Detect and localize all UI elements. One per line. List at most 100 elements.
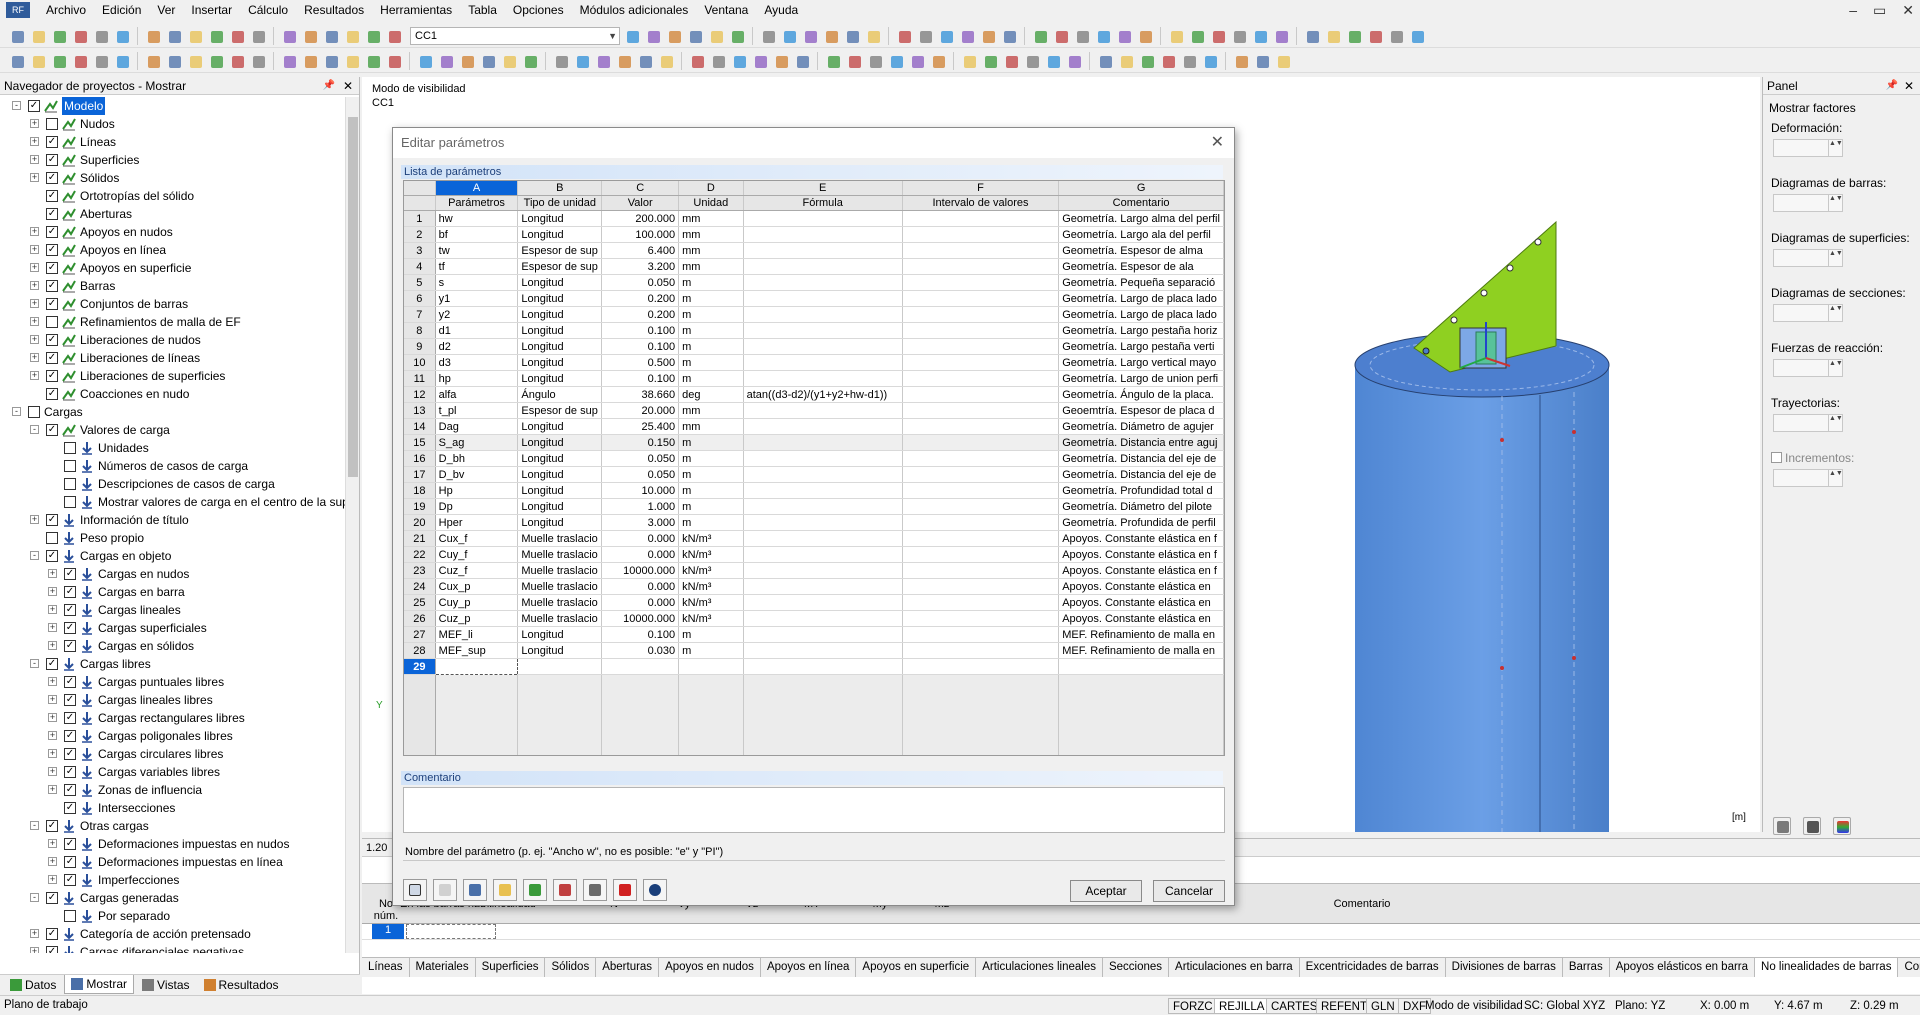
table-cell[interactable]: Apoyos. Constante elástica en f — [1058, 530, 1224, 547]
tree-item[interactable]: + ✓ Deformaciones impuestas en nudos — [0, 835, 359, 853]
toolbar-button-icon[interactable] — [824, 52, 842, 70]
toolbar-button-icon[interactable] — [615, 52, 633, 70]
table-cell[interactable] — [743, 338, 903, 355]
load-case-combo[interactable]: CC1 ▼ — [410, 26, 620, 45]
table-row[interactable]: 4 tf Espesor de sup 3.200 mm Geometría. Espes… — [404, 258, 1224, 275]
toolbar-button-icon[interactable] — [322, 27, 340, 45]
table-cell[interactable]: Geometría. Largo vertical mayo — [1058, 354, 1224, 371]
toolbar-button-icon[interactable] — [228, 52, 246, 70]
toolbar-button-icon[interactable] — [916, 27, 934, 45]
expand-icon[interactable]: + — [48, 605, 57, 614]
collapse-icon[interactable]: - — [30, 821, 39, 830]
tree-item[interactable]: + ✓ Cargas rectangulares libres — [0, 709, 359, 727]
table-cell[interactable] — [902, 210, 1060, 227]
spin-arrows-icon[interactable]: ▲▼ — [1828, 195, 1843, 211]
table-cell[interactable]: 0.100 — [601, 338, 680, 355]
tree-item[interactable]: - ✓ Cargas en objeto — [0, 547, 359, 565]
table-cell[interactable] — [743, 482, 903, 499]
table-row[interactable]: 23 Cuz_f Muelle traslacio 10000.000 kN/m³ Apo… — [404, 562, 1224, 579]
toolbar-button-icon[interactable] — [1167, 27, 1185, 45]
spin-arrows-icon[interactable]: ▲▼ — [1828, 470, 1843, 486]
table-cell[interactable]: Cuz_f — [435, 562, 519, 579]
table-cell[interactable]: y2 — [435, 306, 519, 323]
table-cell[interactable]: bf — [435, 226, 519, 243]
table-cell[interactable]: Cux_f — [435, 530, 519, 547]
table-cell[interactable] — [678, 658, 744, 675]
table-cell[interactable] — [743, 274, 903, 291]
table-cell[interactable]: Espesor de sup — [517, 402, 603, 419]
toolbar-button-icon[interactable] — [113, 27, 131, 45]
table-row[interactable]: 20 Hper Longitud 3.000 m Geometría. Profundid… — [404, 514, 1224, 531]
table-cell[interactable] — [743, 626, 903, 643]
table-cell[interactable]: Geometría. Largo de union perfi — [1058, 370, 1224, 387]
table-cell[interactable] — [902, 402, 1060, 419]
navigator-scrollbar[interactable] — [345, 97, 359, 953]
table-cell[interactable]: Geometría. Profundida de perfil — [1058, 514, 1224, 531]
checkbox[interactable]: ✓ — [46, 352, 58, 364]
checkbox[interactable]: ✓ — [64, 712, 76, 724]
table-cell[interactable] — [902, 546, 1060, 563]
toolbar-button-icon[interactable] — [686, 27, 704, 45]
tree-item[interactable]: + ✓ Imperfecciones — [0, 871, 359, 889]
table-cell[interactable]: Geometría. Distancia del eje de — [1058, 466, 1224, 483]
toolbar-button-icon[interactable] — [772, 52, 790, 70]
expand-icon[interactable]: + — [30, 263, 39, 272]
table-cell[interactable] — [902, 258, 1060, 275]
toolbar-button-icon[interactable] — [479, 52, 497, 70]
collapse-icon[interactable]: - — [30, 551, 39, 560]
table-tab[interactable]: Aberturas — [596, 958, 660, 977]
toolbar-button-icon[interactable] — [1096, 52, 1114, 70]
table-cell[interactable]: Longitud — [517, 226, 603, 243]
table-cell[interactable] — [902, 354, 1060, 371]
table-cell[interactable]: tf — [435, 258, 519, 275]
table-row[interactable]: 14 Dag Longitud 25.400 mm Geometría. Diámetro… — [404, 418, 1224, 435]
table-cell[interactable]: Longitud — [517, 306, 603, 323]
toolbar-button-icon[interactable] — [144, 52, 162, 70]
table-cell[interactable]: Geometría. Largo pestaña verti — [1058, 338, 1224, 355]
scale-icon[interactable] — [1773, 817, 1791, 835]
table-cell[interactable] — [743, 578, 903, 595]
checkbox[interactable]: ✓ — [64, 694, 76, 706]
table-cell[interactable]: Muelle traslacio — [517, 610, 603, 627]
tree-item[interactable]: + ✓ Cargas superficiales — [0, 619, 359, 637]
tree-item[interactable]: + ✓ Apoyos en línea — [0, 241, 359, 259]
expand-icon[interactable]: + — [30, 227, 39, 236]
table-cell[interactable]: S_ag — [435, 434, 519, 451]
table-row[interactable]: 6 y1 Longitud 0.200 m Geometría. Largo de pla… — [404, 290, 1224, 307]
table-cell[interactable]: Longitud — [517, 498, 603, 515]
tree-item[interactable]: + ✓ Sólidos — [0, 169, 359, 187]
comment-textarea[interactable] — [403, 787, 1225, 833]
table-row[interactable]: 25 Cuy_p Muelle traslacio 0.000 kN/m³ Apoyos.… — [404, 594, 1224, 611]
toolbar-button-icon[interactable] — [1188, 27, 1206, 45]
tree-item[interactable]: + ✓ Cargas circulares libres — [0, 745, 359, 763]
toolbar-button-icon[interactable] — [1000, 27, 1018, 45]
checkbox[interactable]: ✓ — [64, 622, 76, 634]
toolbar-button-icon[interactable] — [730, 52, 748, 70]
edit-icon[interactable] — [433, 879, 457, 901]
table-row[interactable]: 21 Cux_f Muelle traslacio 0.000 kN/m³ Apoyos.… — [404, 530, 1224, 547]
column-letter[interactable]: C — [601, 181, 680, 196]
expand-icon[interactable]: + — [48, 587, 57, 596]
toolbar-button-icon[interactable] — [1230, 27, 1248, 45]
table-cell[interactable]: Espesor de sup — [517, 242, 603, 259]
table-tab[interactable]: Secciones — [1103, 958, 1170, 977]
table-cell[interactable] — [902, 530, 1060, 547]
table-cell[interactable]: Geometría. Diámetro de agujer — [1058, 418, 1224, 435]
toolbar-button-icon[interactable] — [759, 27, 777, 45]
table-cell[interactable]: 3.000 — [601, 514, 680, 531]
collapse-icon[interactable]: - — [30, 425, 39, 434]
expand-icon[interactable]: + — [48, 731, 57, 740]
table-cell[interactable] — [743, 322, 903, 339]
toolbar-button-icon[interactable] — [343, 27, 361, 45]
menu-item[interactable]: Archivo — [38, 0, 94, 20]
table-cell[interactable] — [743, 210, 903, 227]
toolbar-button-icon[interactable] — [364, 52, 382, 70]
table-cell[interactable]: Geometría. Profundidad total d — [1058, 482, 1224, 499]
pin-icon[interactable]: 📌 — [1886, 77, 1898, 95]
toolbar-button-icon[interactable] — [521, 52, 539, 70]
table-cell[interactable]: mm — [678, 226, 744, 243]
menu-item[interactable]: Tabla — [460, 0, 505, 20]
table-row[interactable]: 7 y2 Longitud 0.200 m Geometría. Largo de pla… — [404, 306, 1224, 323]
checkbox[interactable]: ✓ — [64, 676, 76, 688]
table-cell[interactable]: Apoyos. Constante elástica en — [1058, 578, 1224, 595]
